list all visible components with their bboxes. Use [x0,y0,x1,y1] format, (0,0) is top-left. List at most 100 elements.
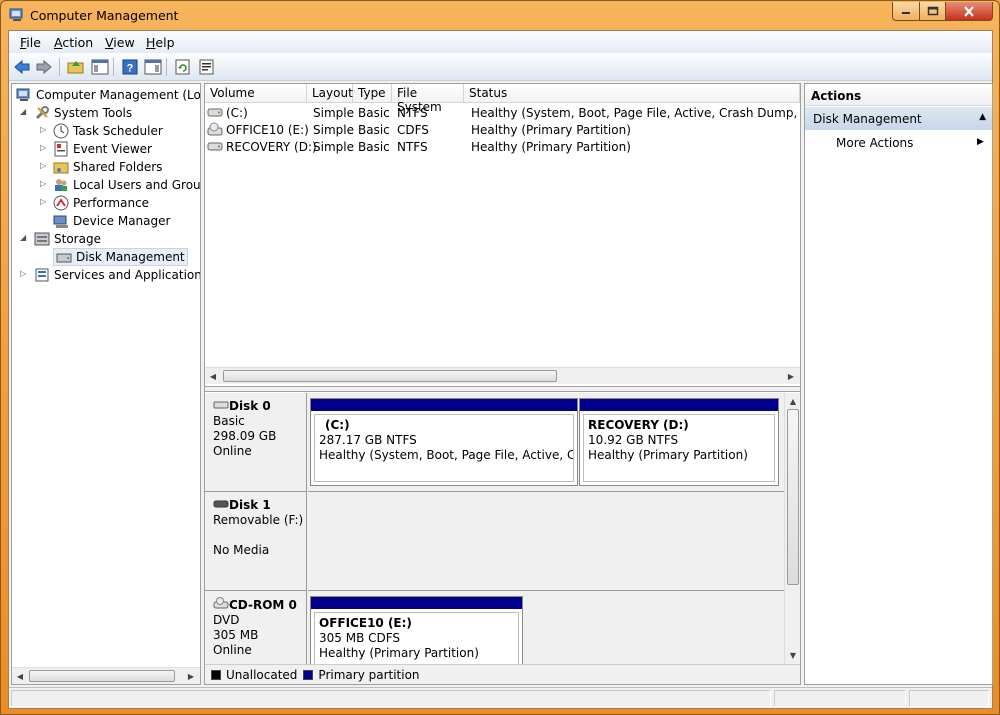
legend-label: Unallocated [226,667,298,682]
column-header-layout[interactable]: Layout [307,84,353,103]
menu-help[interactable]: Help [146,35,175,50]
column-header-file-system[interactable]: File System [392,84,464,114]
actions-section-disk-management[interactable]: Disk Management ▲ [805,107,992,130]
help-button[interactable]: ? [120,57,140,77]
volume-name: OFFICE10 (E:) [226,123,309,137]
disk-0-label[interactable]: Disk 0 Basic 298.09 GB Online [205,393,307,492]
hard-disk-icon [213,399,229,413]
tree-item-label: System Tools [54,106,133,120]
tree-item-performance[interactable]: Performance [53,194,149,212]
scrollbar-thumb[interactable] [223,370,557,382]
show-hide-action-pane-button[interactable] [143,57,163,77]
scroll-left-icon[interactable]: ◀ [206,369,220,383]
scroll-left-icon[interactable]: ◀ [13,669,27,683]
tree-item-root[interactable]: Computer Management (Local [16,86,200,104]
menu-file[interactable]: File [20,35,41,50]
volume-name: RECOVERY (D:) [226,140,317,154]
volume-layout: Simple [313,123,354,137]
expand-arrow-icon[interactable]: ▷ [40,179,48,188]
expand-arrow-icon[interactable]: ▷ [40,143,48,152]
volume-type: Basic [358,106,390,120]
scroll-down-icon[interactable]: ▼ [786,648,800,662]
table-row[interactable]: RECOVERY (D:) Simple Basic NTFS Healthy … [205,138,800,155]
status-segment [11,690,771,707]
collapse-arrow-icon[interactable]: ◢ [20,107,28,116]
disk-name: Disk 0 [229,399,271,413]
tree-item-system-tools[interactable]: System Tools [34,104,132,122]
tree-item-task-scheduler[interactable]: Task Scheduler [53,122,163,140]
scrollbar-thumb[interactable] [787,409,799,585]
pane-splitter[interactable] [205,386,800,392]
volume-layout: Simple [313,106,354,120]
collapse-up-icon[interactable]: ▲ [979,112,986,122]
expand-arrow-icon[interactable]: ▷ [40,161,48,170]
tree-item-storage[interactable]: Storage [34,230,101,248]
scrollbar-thumb[interactable] [29,670,175,682]
clock-icon [53,123,69,139]
partition-bar [311,597,522,609]
tree-item-event-viewer[interactable]: Event Viewer [53,140,152,158]
drive-icon [207,140,223,155]
maximize-button[interactable] [919,2,946,21]
cdrom-0-label[interactable]: CD-ROM 0 DVD 305 MB Online [205,591,307,664]
status-segment [909,690,989,707]
tree-item-shared-folders[interactable]: Shared Folders [53,158,162,176]
up-folder-button[interactable] [66,57,86,77]
cd-drive-icon [213,597,229,612]
partition-bar [580,399,778,411]
expand-arrow-icon[interactable]: ▷ [40,125,48,134]
graph-vertical-scrollbar[interactable]: ▲ ▼ [784,393,800,664]
expand-arrow-icon[interactable]: ▷ [40,197,48,206]
partition-size: 305 MB CDFS [319,631,401,645]
scroll-right-icon[interactable]: ▶ [784,369,798,383]
scroll-right-icon[interactable]: ▶ [184,669,198,683]
title-bar[interactable]: Computer Management [1,1,999,29]
tree-horizontal-scrollbar[interactable]: ◀ ▶ [12,667,200,684]
expand-arrow-icon[interactable]: ▷ [20,269,28,278]
table-row[interactable]: (C:) Simple Basic NTFS Healthy (System, … [205,104,800,121]
partition-recovery[interactable]: RECOVERY (D:) 10.92 GB NTFS Healthy (Pri… [579,398,779,486]
computer-management-icon [16,87,32,103]
actions-section-label: Disk Management [813,112,922,126]
collapse-arrow-icon[interactable]: ◢ [20,233,28,242]
device-manager-icon [53,213,69,229]
menu-action[interactable]: Action [54,35,93,50]
scroll-up-icon[interactable]: ▲ [786,394,800,408]
tree-item-local-users-and-groups[interactable]: Local Users and Groups [53,176,200,194]
disk-size: 298.09 GB [213,429,277,443]
maximize-icon [927,6,938,16]
partition-c[interactable]: (C:) 287.17 GB NTFS Healthy (System, Boo… [310,398,578,486]
services-icon [34,267,50,283]
back-arrow-icon [14,59,30,75]
column-header-status[interactable]: Status [464,84,800,103]
partition-office10[interactable]: OFFICE10 (E:) 305 MB CDFS Healthy (Prima… [310,596,523,664]
more-actions-item[interactable]: More Actions [836,136,913,150]
minimize-button[interactable] [892,2,920,21]
disk-state: No Media [213,543,270,557]
volume-file-system: NTFS [397,140,428,154]
show-hide-tree-button[interactable] [90,57,110,77]
partition-title: OFFICE10 (E:) [319,616,412,630]
disk-1-label[interactable]: Disk 1 Removable (F:) No Media [205,492,307,591]
column-header-type[interactable]: Type [353,84,392,103]
tree-item-services-and-applications[interactable]: Services and Applications [34,266,200,284]
table-row[interactable]: OFFICE10 (E:) Simple Basic CDFS Healthy … [205,121,800,138]
removable-disk-icon [213,498,229,512]
partition-size: 10.92 GB NTFS [588,433,679,447]
legend-label: Primary partition [318,667,420,682]
menu-view[interactable]: View [105,35,135,50]
close-button[interactable] [945,2,993,21]
volume-status: Healthy (System, Boot, Page File, Active… [471,106,800,120]
volume-list-horizontal-scrollbar[interactable]: ◀ ▶ [205,367,800,384]
properties-button[interactable] [197,57,217,77]
tree-item-device-manager[interactable]: Device Manager [53,212,170,230]
partition-status: Healthy (System, Boot, Page File, Active… [319,448,573,462]
tree-item-label: Disk Management [76,250,185,264]
forward-button[interactable] [34,57,54,77]
column-header-volume[interactable]: Volume [205,84,307,103]
tree-item-disk-management[interactable]: Disk Management [53,248,188,266]
tools-icon [34,105,50,121]
toolbar-separator [113,58,114,76]
refresh-button[interactable] [173,57,193,77]
back-button[interactable] [12,57,32,77]
